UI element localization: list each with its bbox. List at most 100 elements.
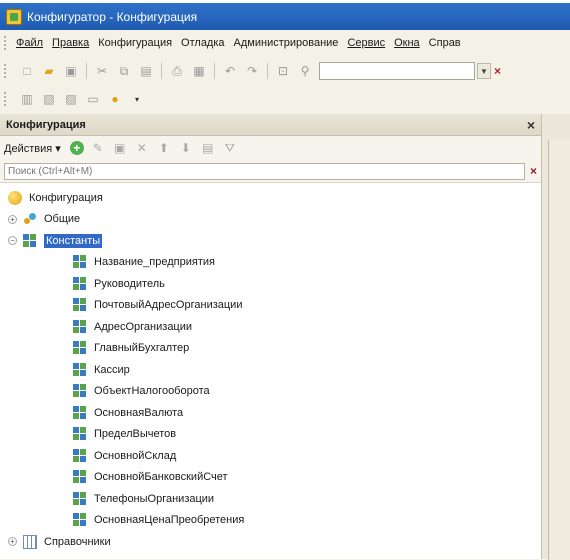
expand-icon[interactable]: + [8,214,17,224]
tree-label: ОсновнаяВалюта [94,406,184,419]
tree-row-constants[interactable]: − Константы [0,230,541,252]
panel-title: Конфигурация [6,118,86,131]
tree-row-constant[interactable]: ГлавныйБухгалтер [0,338,541,360]
tree-row-constant[interactable]: ПочтовыйАдресОрганизации [0,295,541,317]
move-down-icon[interactable]: ⬇ [178,140,194,156]
configuration-root-icon [8,190,22,205]
menu-bar: Файл Правка Конфигурация Отладка Админис… [0,30,570,56]
modules-icon[interactable]: ▥ [19,91,35,107]
tree-row-constant[interactable]: АдресОрганизации [0,316,541,338]
paste-icon[interactable]: ▤ [138,63,154,79]
redo-icon[interactable]: ↷ [244,63,260,79]
menu-edit[interactable]: Правка [52,37,89,49]
menu-service[interactable]: Сервис [347,37,385,49]
constant-icon [73,448,87,463]
constant-icon [73,513,87,528]
tree-row-common[interactable]: + Общие [0,209,541,231]
add-icon[interactable]: + [69,141,84,155]
toolbar-separator [86,63,87,79]
close-icon[interactable]: × [527,117,535,133]
menu-configuration[interactable]: Конфигурация [98,37,172,49]
tree-search-input[interactable] [4,162,525,180]
tree-row-constant[interactable]: ПределВычетов [0,424,541,446]
tree-row-constant[interactable]: ОсновнойСклад [0,445,541,467]
move-up-icon[interactable]: ⬆ [156,140,172,156]
tree-label: ТелефоныОрганизации [94,492,215,505]
tree-row-constant[interactable]: ОбъектНалогооборота [0,381,541,403]
toolbar-separator [161,63,162,79]
configuration-panel: Конфигурация × Действия ▾ + ✎ ▣ ✕ ⬆ ⬇ ▤ … [0,114,542,559]
tree-label: ОбъектНалогооборота [94,385,210,398]
toolbar-separator [214,63,215,79]
secondary-toolbar: ▥ ▧ ▨ ▭ ● ▾ [0,86,570,112]
constants-icon [23,233,37,248]
menubar-grip[interactable] [4,36,8,50]
copy-item-icon[interactable]: ▣ [112,140,128,156]
constant-icon [73,470,87,485]
actions-menu-button[interactable]: Действия ▾ [4,142,61,155]
constant-icon [73,255,87,270]
expand-icon[interactable]: + [8,537,17,547]
tree-row-constant[interactable]: ОсновнаяЦенаПреобретения [0,510,541,532]
menu-help[interactable]: Справ [429,37,461,49]
print-icon[interactable]: ⎙ [169,63,185,79]
tree-label: Общие [44,213,81,226]
sort-icon[interactable]: ▤ [200,140,216,156]
workspace-inner [548,140,570,560]
menu-administration[interactable]: Администрирование [234,37,339,49]
tree-label: ПочтовыйАдресОрганизации [94,299,243,312]
constants-list: Название_предприятия Руководитель Почтовый… [0,252,541,532]
constant-icon [73,427,87,442]
run-dropdown-icon[interactable]: ▾ [129,91,145,107]
filter-icon[interactable]: ⛛ [222,140,238,156]
tree-row-constant[interactable]: ОсновнойБанковскийСчет [0,467,541,489]
run-debug-icon[interactable]: ● [107,91,123,107]
common-icon [23,212,37,226]
tree-row-constant[interactable]: Название_предприятия [0,252,541,274]
edit-icon[interactable]: ✎ [90,140,106,156]
panel-header: Конфигурация × [0,114,541,136]
save-icon[interactable]: ▣ [63,63,79,79]
tree-row-constant[interactable]: Руководитель [0,273,541,295]
print-preview-icon[interactable]: ▦ [191,63,207,79]
constant-icon [73,362,87,377]
tree-row-constant[interactable]: ТелефоныОрганизации [0,488,541,510]
tree-label: ПределВычетов [94,428,177,441]
search-icon[interactable]: ⚲ [297,63,313,79]
toolbar-grip[interactable] [4,92,8,106]
tree-label: Название_предприятия [94,256,215,269]
clear-search-icon[interactable]: × [494,64,501,78]
menu-debug[interactable]: Отладка [181,37,224,49]
collapse-icon[interactable]: − [8,236,17,246]
menu-file[interactable]: Файл [16,37,43,49]
copy-icon[interactable]: ⧉ [116,63,132,79]
tree-row-catalogs[interactable]: + Справочники [0,531,541,553]
delete-icon[interactable]: ✕ [134,140,150,156]
chevron-down-icon[interactable]: ▼ [477,63,491,79]
open-folder-icon[interactable]: ▰ [41,63,57,79]
tree-row-constant[interactable]: ОсновнаяВалюта [0,402,541,424]
tree-icon[interactable]: ▧ [41,91,57,107]
new-document-icon[interactable]: □ [19,63,35,79]
constant-icon [73,341,87,356]
tree-label: ОсновнойБанковскийСчет [94,471,228,484]
tree-row-root[interactable]: Конфигурация [0,187,541,209]
constant-icon [73,491,87,506]
compare-icon[interactable]: ▨ [63,91,79,107]
clear-search-icon[interactable]: × [530,164,537,178]
tree-label: ОсновнаяЦенаПреобретения [94,514,245,527]
find-in-tree-icon[interactable]: ⊡ [275,63,291,79]
undo-icon[interactable]: ↶ [222,63,238,79]
app-icon [6,8,22,25]
search-combobox[interactable] [319,62,475,80]
catalog-icon [23,534,37,549]
cut-icon[interactable]: ✂ [94,63,110,79]
tree-label: АдресОрганизации [94,320,193,333]
constant-icon [73,405,87,420]
tree-label: Кассир [94,363,130,376]
window-icon[interactable]: ▭ [85,91,101,107]
tree-row-constant[interactable]: Кассир [0,359,541,381]
menu-windows[interactable]: Окна [394,37,420,49]
toolbar-grip[interactable] [4,64,8,78]
main-toolbar: □ ▰ ▣ ✂ ⧉ ▤ ⎙ ▦ ↶ ↷ ⊡ ⚲ ▼ × [0,58,570,84]
